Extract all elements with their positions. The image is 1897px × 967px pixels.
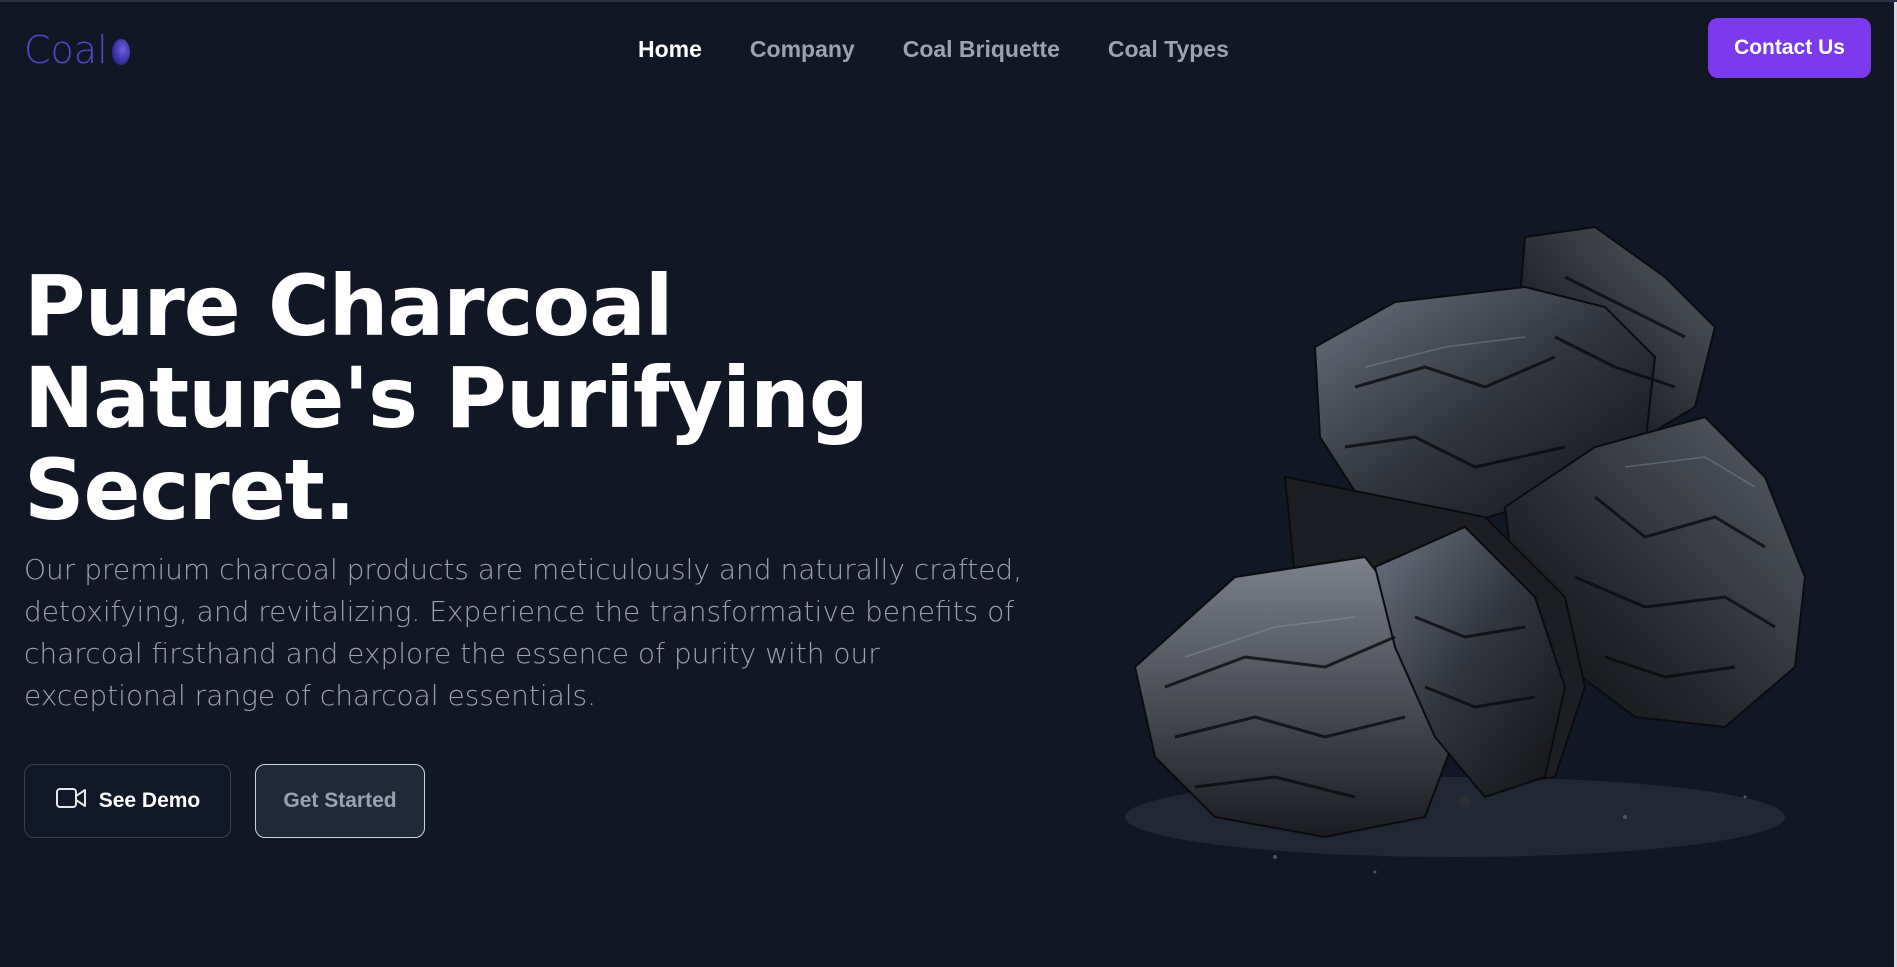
see-demo-button[interactable]: See Demo [24,764,231,838]
nav-item-coal-briquette[interactable]: Coal Briquette [903,36,1060,63]
brand-logo[interactable]: Coal [24,28,130,72]
nav-item-home[interactable]: Home [638,36,702,63]
landing-page: Coal Home Company Coal Briquette Coal Ty… [0,0,1897,967]
hero-title-line-1: Pure Charcoal [24,257,674,355]
hero-description: Our premium charcoal products are meticu… [24,553,1023,712]
contact-us-button[interactable]: Contact Us [1708,18,1871,78]
nav-item-company[interactable]: Company [750,36,855,63]
hero-title-line-2: Nature's Purifying [24,349,869,447]
hero-title-line-3: Secret. [24,441,356,539]
nav-item-coal-types[interactable]: Coal Types [1108,36,1229,63]
get-started-button[interactable]: Get Started [255,764,425,838]
charcoal-image [1125,225,1807,874]
video-camera-icon [55,786,87,816]
main-nav: Home Company Coal Briquette Coal Types [638,36,1229,63]
see-demo-label: See Demo [98,789,201,812]
brand-name: Coal [24,28,108,72]
logo-mark-icon [111,39,130,65]
hero-title: Pure Charcoal Nature's Purifying Secret. [24,257,869,539]
